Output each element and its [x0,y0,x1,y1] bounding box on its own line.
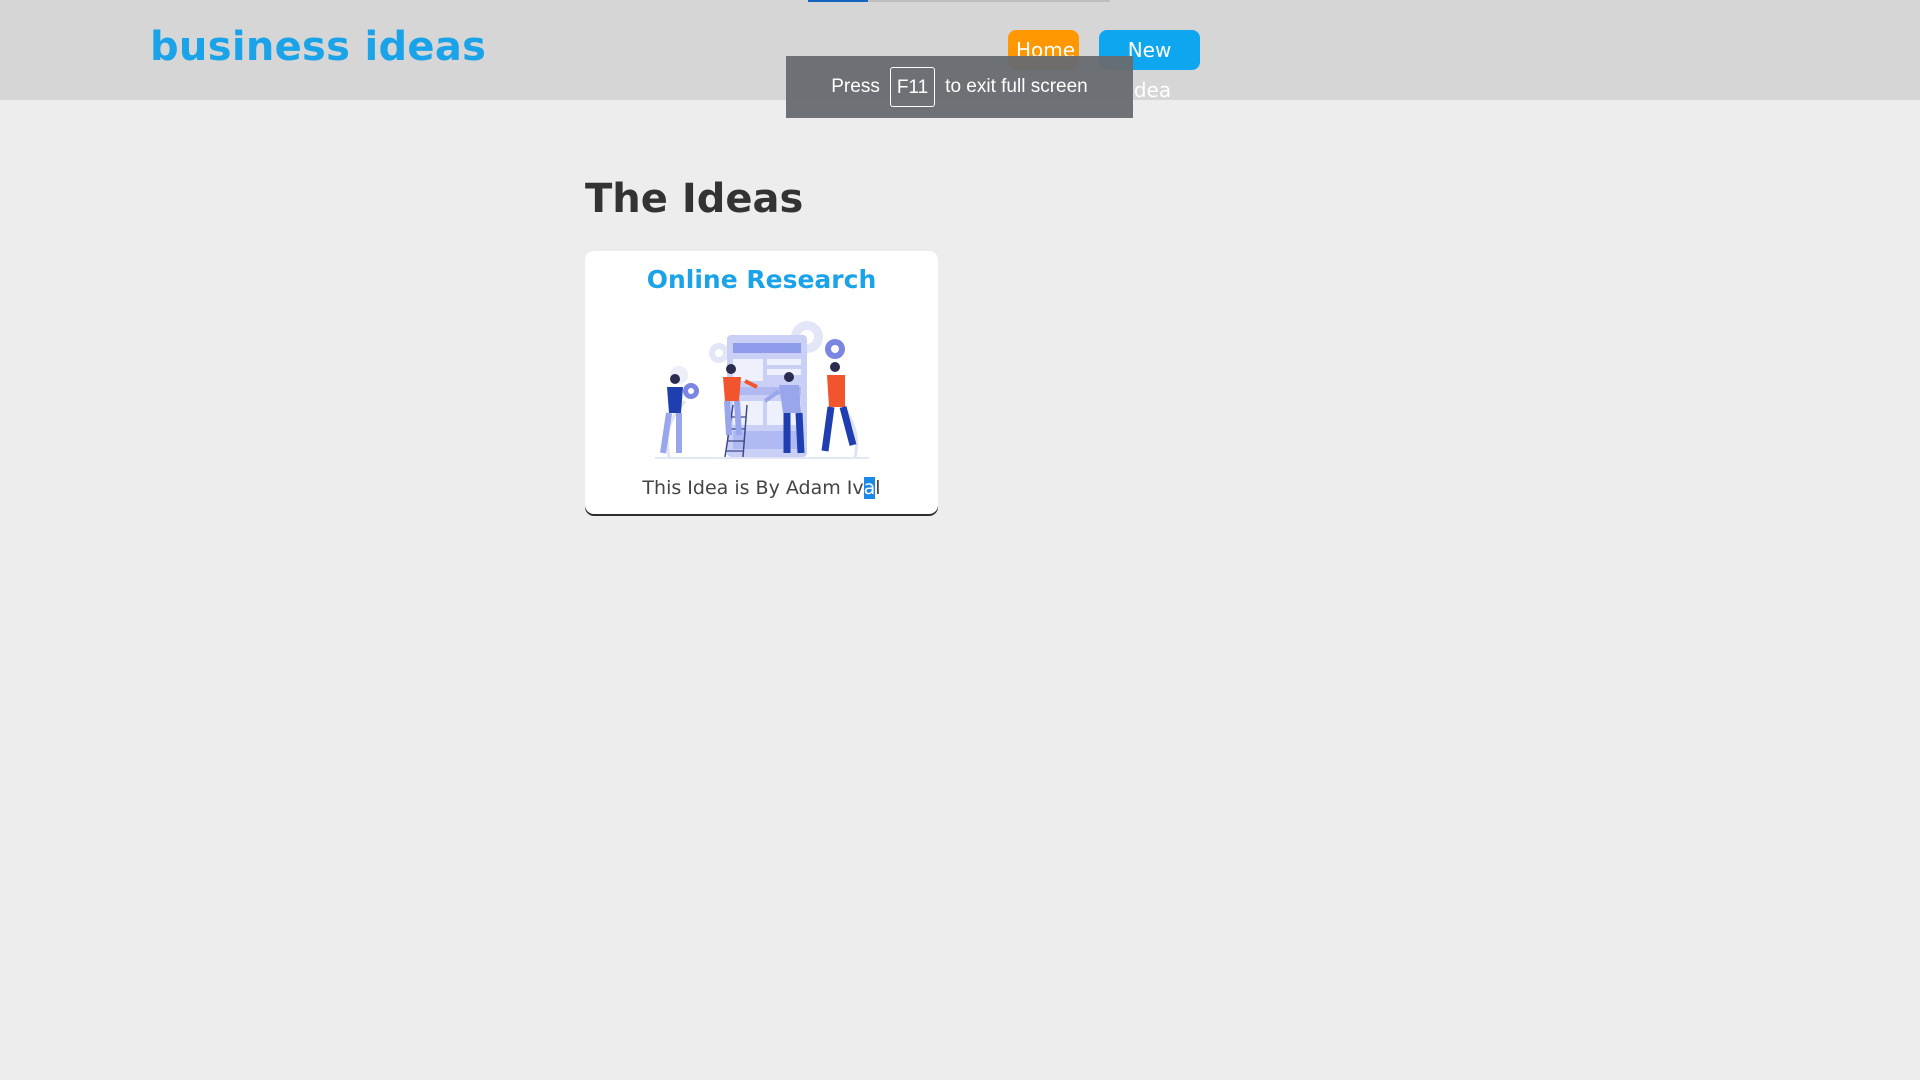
idea-card-title[interactable]: Online Research [585,265,938,294]
team-illustration-icon [655,321,869,459]
fullscreen-key-badge: F11 [889,67,936,107]
fullscreen-notice-rest: to exit full screen [945,76,1088,97]
loading-indicator-track [868,0,1110,2]
fullscreen-notice-press: Press [831,76,880,97]
page-title: The Ideas [585,176,804,222]
site-logo[interactable]: business ideas [150,24,486,70]
fullscreen-notice: Press F11 to exit full screen [786,56,1133,118]
author-text-suffix: l [875,477,881,499]
author-text-selection: a [863,477,876,499]
page: business ideas Home New Idea Press F11 t… [0,0,1920,1080]
author-text-prefix: This Idea is By Adam Iv [642,477,864,499]
idea-card-author: This Idea is By Adam Ival [585,477,938,499]
loading-indicator [808,0,868,2]
idea-card[interactable]: Online Research This Idea is By Adam Iva… [585,251,938,514]
